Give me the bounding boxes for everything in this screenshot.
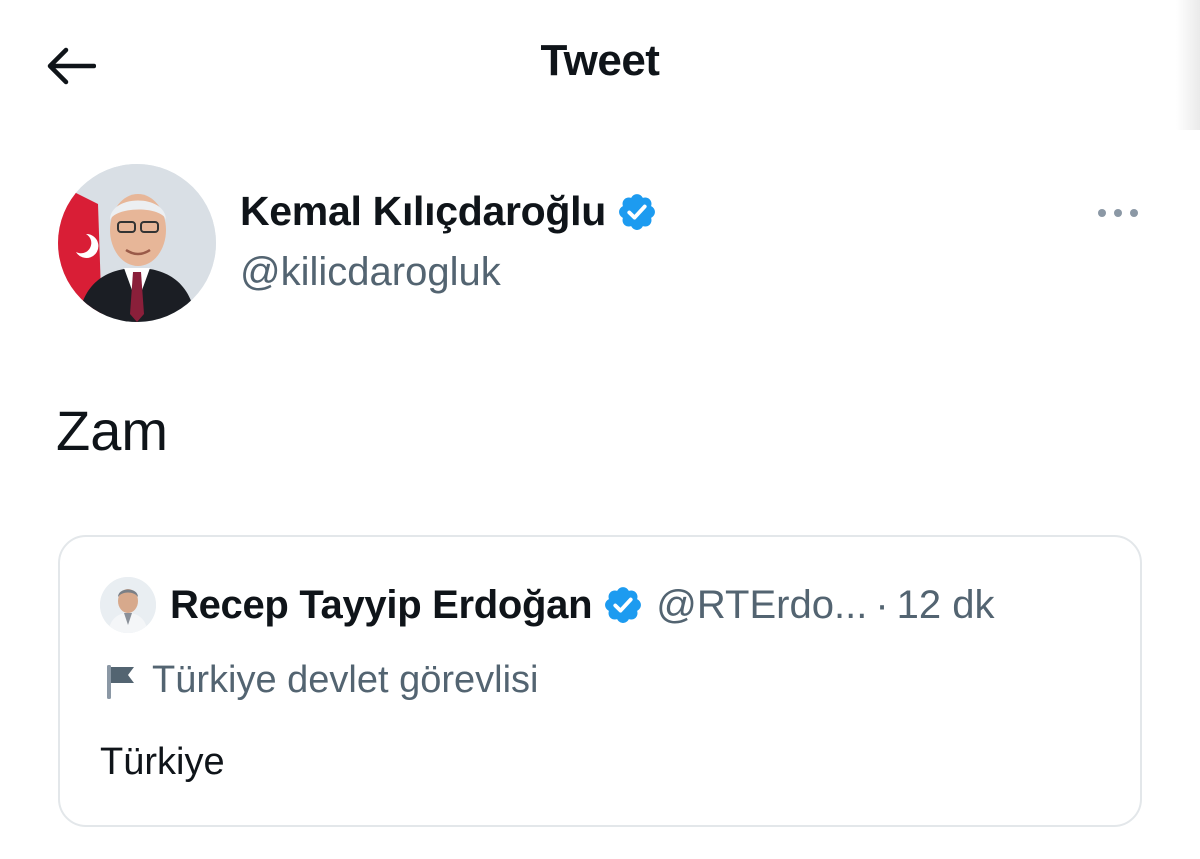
more-horizontal-icon	[1098, 209, 1138, 217]
tweet-detail-page: Tweet Kemal Kılıçdaroğlu @kilicdarogluk	[0, 0, 1200, 859]
quoted-tweet-text: Türkiye	[100, 741, 225, 783]
page-title: Tweet	[540, 36, 660, 85]
label-text: Türkiye devlet görevlisi	[152, 659, 539, 701]
author-name[interactable]: Kemal Kılıçdaroğlu	[240, 188, 606, 235]
edge-shadow	[1176, 0, 1200, 130]
more-options-button[interactable]	[1090, 196, 1146, 230]
separator-dot: ·	[875, 582, 889, 627]
quoted-tweet-card[interactable]: Recep Tayyip Erdoğan @RTErdo... · 12 dk …	[58, 535, 1142, 827]
author-avatar[interactable]	[58, 164, 216, 322]
avatar-photo	[100, 577, 156, 633]
author-name-row[interactable]: Kemal Kılıçdaroğlu	[240, 188, 658, 235]
quoted-tweet-header: Recep Tayyip Erdoğan @RTErdo... · 12 dk	[100, 577, 995, 633]
government-label[interactable]: Türkiye devlet görevlisi	[104, 659, 538, 702]
flag-icon	[107, 664, 134, 699]
quoted-author-avatar[interactable]	[100, 577, 156, 633]
quoted-author-handle[interactable]: @RTErdo...	[656, 583, 867, 628]
quoted-timestamp[interactable]: 12 dk	[897, 583, 995, 628]
verified-badge-icon	[619, 193, 655, 230]
tweet-text: Zam	[56, 399, 168, 462]
verified-badge-icon	[605, 587, 642, 623]
avatar-photo	[58, 164, 216, 322]
quoted-author-name[interactable]: Recep Tayyip Erdoğan	[170, 583, 593, 628]
author-handle[interactable]: @kilicdarogluk	[240, 250, 501, 295]
